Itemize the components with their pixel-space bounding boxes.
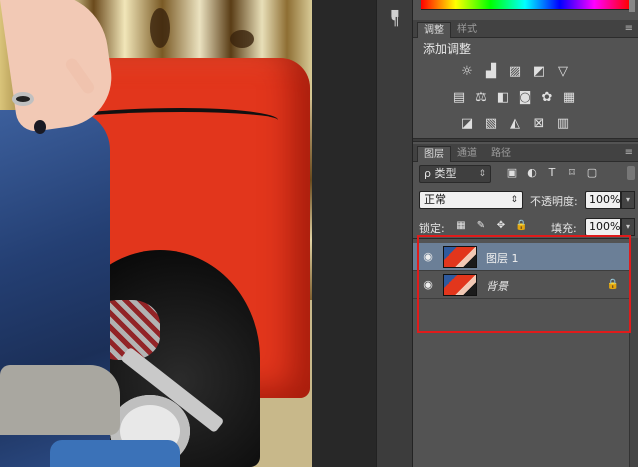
brightness-contrast-icon[interactable]: ☼ (459, 64, 475, 80)
tab-paths[interactable]: 路径 (485, 146, 517, 162)
chevron-updown-icon: ⇕ (510, 195, 518, 205)
posterize-icon[interactable]: ▧ (483, 116, 499, 132)
lock-icon: 🔒 (606, 279, 619, 290)
levels-icon[interactable]: ▟ (483, 64, 499, 80)
filter-toggle-switch[interactable] (627, 166, 635, 180)
rust-spot (230, 30, 254, 48)
eye-icon[interactable]: ◉ (421, 251, 435, 263)
tab-adjustments[interactable]: 调整 (417, 22, 451, 38)
black-white-icon[interactable]: ◧ (495, 90, 511, 106)
opacity-label: 不透明度: (530, 195, 578, 208)
adjustment-filter-icon[interactable]: ◐ (525, 166, 539, 180)
color-spectrum[interactable] (421, 0, 629, 10)
selective-color-icon[interactable]: ⊠ (531, 116, 547, 132)
lock-image-brush-icon[interactable]: ✎ (475, 220, 487, 232)
layer-filter-label: ρ 类型 (424, 167, 457, 180)
layer-filter-select[interactable]: ρ 类型 ⇕ (419, 165, 491, 183)
layers-scrollbar[interactable] (629, 238, 638, 467)
hue-saturation-icon[interactable]: ▤ (451, 90, 467, 106)
gradient-map-icon[interactable]: ▥ (555, 116, 571, 132)
blend-mode-value: 正常 (424, 193, 446, 206)
adjustments-tabbar: 调整 样式 ≡ (413, 20, 638, 38)
blend-mode-select[interactable]: 正常 ⇕ (419, 191, 523, 209)
color-balance-icon[interactable]: ⚖ (473, 90, 489, 106)
lock-label: 锁定: (419, 222, 445, 235)
panel-menu-icon[interactable]: ≡ (625, 147, 633, 159)
pixel-filter-icon[interactable]: ▣ (505, 166, 519, 180)
paragraph-icon[interactable]: ¶ (384, 10, 406, 32)
color-swatch-end (629, 0, 635, 12)
layer-row-layer1[interactable]: ◉ 图层 1 (413, 243, 629, 271)
ring-image (12, 92, 34, 106)
layers-tabbar: 图层 通道 路径 ≡ (413, 144, 638, 162)
chevron-updown-icon: ⇕ (478, 169, 486, 179)
shoe-image (50, 440, 180, 467)
lock-all-icon[interactable]: 🔒 (515, 220, 527, 232)
smart-object-filter-icon[interactable]: ▢ (585, 166, 599, 180)
lock-position-icon[interactable]: ✥ (495, 220, 507, 232)
photo-filter-icon[interactable]: ◙ (517, 90, 533, 106)
threshold-icon[interactable]: ◭ (507, 116, 523, 132)
layer-thumbnail (443, 274, 477, 296)
fill-input[interactable]: 100% (585, 218, 621, 236)
layers-list: ◉ 图层 1 ◉ 背景 🔒 (413, 238, 638, 467)
fill-dropdown-icon[interactable]: ▾ (621, 218, 635, 236)
opacity-dropdown-icon[interactable]: ▾ (621, 191, 635, 209)
layer-name[interactable]: 背景 (486, 278, 508, 294)
opacity-input[interactable]: 100% (585, 191, 621, 209)
rust-spot (150, 8, 170, 48)
lock-transparent-icon[interactable]: ▦ (455, 220, 467, 232)
panel-menu-icon[interactable]: ≡ (625, 23, 633, 35)
add-adjustment-title: 添加调整 (423, 42, 472, 56)
layer-thumbnail (443, 246, 477, 268)
document-canvas[interactable] (0, 0, 312, 467)
exposure-icon[interactable]: ◩ (531, 64, 547, 80)
shape-filter-icon[interactable]: ⌑ (565, 166, 579, 180)
collapsed-panel-column: ▪ ¶ (376, 0, 412, 467)
panel-divider[interactable] (413, 138, 638, 142)
painted-nail (34, 120, 46, 134)
vibrance-icon[interactable]: ▽ (555, 64, 571, 80)
type-filter-icon[interactable]: T (545, 166, 559, 180)
tab-channels[interactable]: 通道 (451, 146, 483, 162)
tab-styles[interactable]: 样式 (451, 22, 483, 38)
tab-layers[interactable]: 图层 (417, 146, 451, 162)
curves-icon[interactable]: ▨ (507, 64, 523, 80)
layer-name[interactable]: 图层 1 (486, 250, 519, 266)
invert-icon[interactable]: ◪ (459, 116, 475, 132)
eye-icon[interactable]: ◉ (421, 279, 435, 291)
fill-label: 填充: (551, 222, 577, 235)
jeans-cuff-image (0, 365, 120, 435)
layer-row-background[interactable]: ◉ 背景 🔒 (413, 271, 629, 299)
channel-mixer-icon[interactable]: ✿ (539, 90, 555, 106)
color-lookup-icon[interactable]: ▦ (561, 90, 577, 106)
panels-dock: 调整 样式 ≡ 添加调整 ☼ ▟ ▨ ◩ ▽ ▤ ⚖ ◧ ◙ ✿ ▦ ◪ ▧ ◭… (412, 0, 638, 467)
workspace-gutter (312, 0, 376, 467)
